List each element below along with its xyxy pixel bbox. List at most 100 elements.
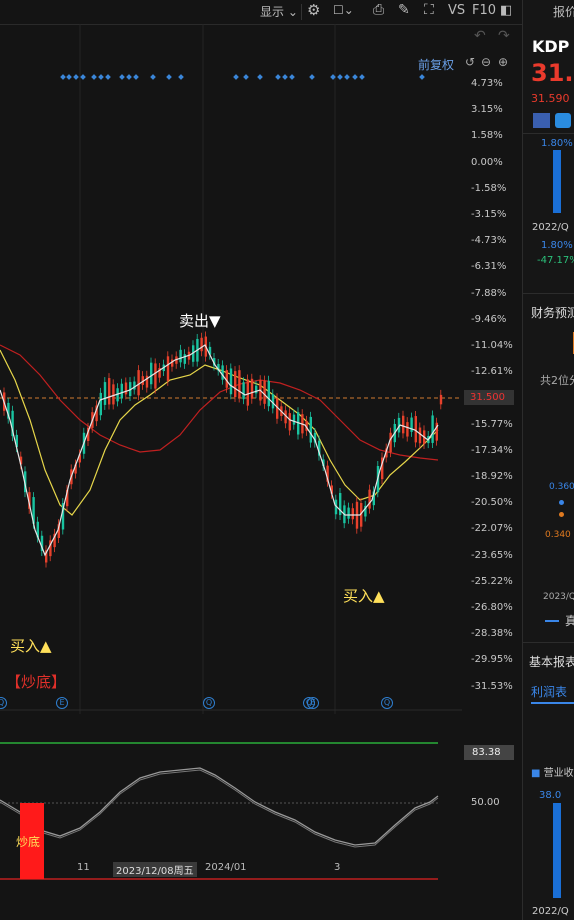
marker-dot — [257, 74, 263, 80]
earnings-marker[interactable]: Q — [381, 697, 393, 709]
price-axis-label: -9.46% — [471, 313, 507, 325]
analyst-count: 共2位分 — [540, 374, 574, 387]
zoom-out-icon[interactable]: ⊖ — [481, 55, 491, 69]
price-axis-label: 1.58% — [471, 130, 503, 142]
display-label: 显示 — [260, 5, 285, 19]
report-title: 基本报表 — [529, 655, 574, 669]
oscillator-mid-label: 50.00 — [471, 797, 500, 808]
quote-panel: 报价 KDP 31. 31.590 1.80% 2022/Q 1.80% -47… — [522, 0, 574, 920]
sell-signal: 卖出▼ — [179, 312, 221, 330]
price-axis-label: 4.73% — [471, 78, 503, 89]
price-axis-label: -28.38% — [471, 628, 513, 640]
marker-dot — [419, 74, 425, 80]
marker-dot — [289, 74, 295, 80]
price-axis-label: -11.04% — [471, 340, 513, 351]
price-axis-label: 3.15% — [471, 104, 503, 116]
marker-dot — [133, 74, 139, 80]
earnings-marker[interactable]: Q — [203, 697, 215, 709]
marker-dot — [166, 74, 172, 80]
f10-button[interactable]: F10 — [472, 3, 496, 18]
price-axis-label: -4.73% — [471, 235, 507, 247]
ma-white-line — [0, 344, 439, 557]
candle-body — [137, 370, 140, 396]
display-dropdown[interactable]: 显示 ⌄ — [260, 3, 298, 20]
tab-income-statement[interactable]: 利润表 — [531, 683, 567, 700]
revenue-value: 38.0 — [539, 790, 562, 801]
candle-body — [292, 414, 296, 425]
candle-body — [120, 383, 123, 399]
price-axis-label: -23.65% — [471, 549, 513, 561]
chart-toolbar: 显示 ⌄ ⚙ ☐⌄ ⎙ ✎ ⛶ VS F10 ◧ — [0, 0, 522, 25]
price-axis-label: -7.88% — [471, 287, 507, 299]
divider — [523, 642, 574, 643]
candle-body — [221, 365, 224, 380]
legend-label: 真 — [565, 612, 574, 629]
bar-blue — [553, 150, 561, 213]
candle-body — [263, 380, 266, 404]
price-axis-label: -12.61% — [471, 366, 513, 378]
marker-dot — [66, 74, 72, 80]
fullscreen-icon[interactable]: ⛶ — [424, 2, 434, 18]
price-axis-label: -6.31% — [471, 261, 507, 273]
candle-body — [406, 422, 409, 437]
price-axis-label: -31.53% — [471, 680, 513, 692]
sidebar-toggle-icon[interactable]: ◧ — [500, 3, 512, 18]
ticker-symbol: KDP — [532, 37, 570, 56]
redo-icon[interactable]: ↷ — [498, 28, 510, 44]
candle-body — [200, 337, 203, 352]
tab-underline — [531, 702, 574, 704]
candle-body — [250, 378, 254, 399]
earnings-marker[interactable]: E — [56, 697, 68, 709]
marker-dot — [337, 74, 343, 80]
marker-dot — [119, 74, 125, 80]
undo-icon[interactable]: ↶ — [474, 28, 486, 44]
revenue-bar — [553, 803, 561, 898]
marker-dot — [98, 74, 104, 80]
candle-body — [402, 415, 405, 434]
camera-icon[interactable]: ⎙ — [373, 2, 384, 18]
oscillator-signal-line — [0, 769, 439, 848]
x-tick: 11 — [77, 862, 90, 873]
divider — [301, 4, 302, 20]
gear-icon[interactable]: ⚙ — [307, 1, 320, 19]
divider — [523, 293, 574, 294]
buy-signal-right: 买入▲ — [343, 587, 385, 605]
candle-body — [418, 427, 422, 444]
candle-body — [267, 380, 270, 407]
divider — [523, 133, 574, 134]
marker-dot — [359, 74, 365, 80]
lightning-icon[interactable] — [555, 113, 571, 128]
bottom-fish-signal: 【炒底】 — [6, 673, 67, 691]
candle-body — [124, 382, 128, 395]
zoom-in-icon[interactable]: ⊕ — [498, 55, 508, 69]
reset-icon[interactable]: ↺ — [465, 55, 475, 69]
forecast-value-blue: 0.360 — [549, 482, 574, 492]
candle-body — [112, 384, 115, 405]
marker-dot — [309, 74, 315, 80]
price-axis-label: -17.34% — [471, 444, 513, 456]
period-label-2: 2023/Q — [543, 592, 574, 602]
legend-line — [545, 620, 559, 622]
buy-signal-left: 买入▲ — [10, 637, 52, 655]
price-axis-label: -22.07% — [471, 523, 513, 535]
marker-dot — [150, 74, 156, 80]
candle-body — [150, 362, 153, 385]
price-chart[interactable] — [0, 24, 462, 884]
revenue-label: ■ 营业收 — [531, 768, 574, 779]
marker-dot — [178, 74, 184, 80]
candle-body — [234, 371, 237, 398]
marker-dot — [60, 74, 66, 80]
marker-dot — [275, 74, 281, 80]
price-axis-label: -3.15% — [471, 209, 507, 220]
price-axis-label: -25.22% — [471, 575, 513, 587]
candle-body — [368, 489, 371, 509]
forecast-dot-blue — [559, 500, 564, 505]
tab-quote[interactable]: 报价 — [553, 3, 574, 20]
marker-dot — [80, 74, 86, 80]
square-toggle-icon[interactable]: ☐⌄ — [333, 3, 354, 17]
earnings-marker[interactable]: E — [307, 697, 319, 709]
pencil-icon[interactable]: ✎ — [398, 2, 410, 18]
current-price-tag: 31.500 — [464, 390, 514, 405]
candle-body — [439, 394, 443, 405]
vs-button[interactable]: VS — [448, 3, 465, 18]
